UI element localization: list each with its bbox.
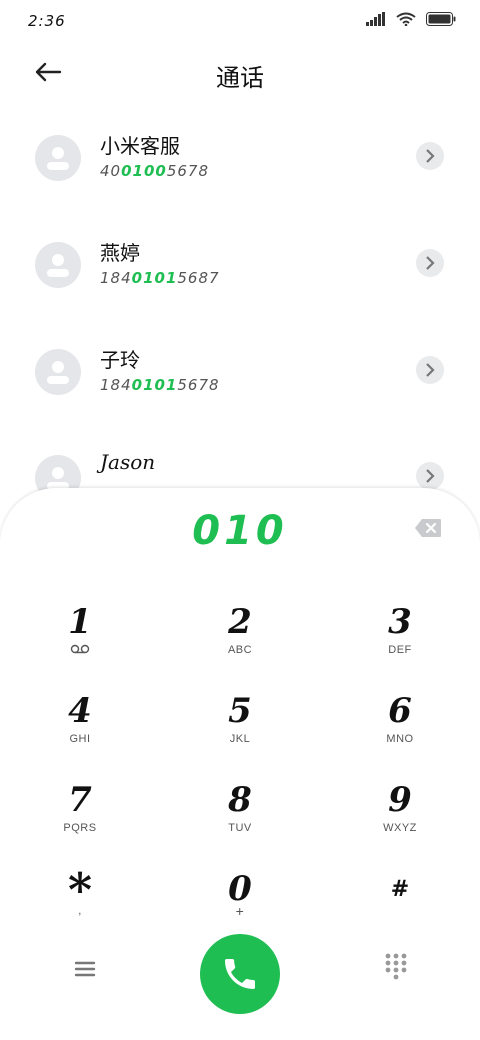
number-prefix: 184 [100,269,132,287]
contact-detail-button[interactable] [416,462,444,490]
key-digit: 1 [68,602,92,642]
key-digit: 9 [388,780,412,820]
number-suffix: 5678 [177,376,220,394]
contact-item[interactable]: 燕婷 18401015687 [0,227,480,319]
key-letters: ABC [227,644,253,656]
contact-number: 4001005678 [100,162,209,180]
key-letters: DEF [388,644,412,656]
key-digit: 7 [68,780,92,820]
person-icon [47,147,69,170]
battery-icon [426,12,456,26]
chevron-right-icon [426,363,435,377]
person-icon [47,361,69,384]
key-digit: 2 [228,602,252,642]
key-4[interactable]: 4 GHI [0,683,160,763]
key-6[interactable]: 6 MNO [320,683,480,763]
key-2[interactable]: 2 ABC [160,594,320,674]
contact-detail-button[interactable] [416,249,444,277]
key-1[interactable]: 1 [0,594,160,674]
contact-detail-button[interactable] [416,142,444,170]
contact-item[interactable]: 子玲 18401015678 [0,334,480,426]
chevron-right-icon [426,469,435,483]
key-digit: # [390,876,410,902]
key-letters: JKL [229,733,251,745]
contact-name: 子玲 [100,348,140,372]
contact-detail-button[interactable] [416,356,444,384]
contact-name: Jason [100,450,156,474]
key-7[interactable]: 7 PQRS [0,772,160,852]
key-digit: 5 [228,691,252,731]
voicemail-icon [0,644,160,657]
contact-number: 18401015687 [100,269,220,287]
key-digit: 4 [68,691,92,731]
key-letters: WXYZ [383,822,417,834]
person-icon [47,254,69,277]
contact-name: 燕婷 [100,241,140,265]
number-prefix: 40 [100,162,122,180]
header: 通话 [0,44,480,100]
key-digit: 8 [228,780,252,820]
key-letters: TUV [228,822,252,834]
key-letters: , [78,905,82,917]
backspace-icon [415,519,441,537]
key-8[interactable]: 8 TUV [160,772,320,852]
status-icons [366,12,456,26]
number-suffix: 5678 [166,162,210,180]
keypad-toggle-button[interactable] [382,952,410,980]
status-time: 2:36 [28,12,66,30]
chevron-right-icon [426,149,435,163]
key-letters: PQRS [63,822,97,834]
contact-name: 小米客服 [100,134,180,158]
key-3[interactable]: 3 DEF [320,594,480,674]
number-match: 0100 [121,162,167,180]
key-letters: + [235,903,245,919]
key-letters: GHI [69,733,91,745]
key-digit: 3 [388,602,412,642]
key-5[interactable]: 5 JKL [160,683,320,763]
status-bar: 2:36 [0,0,480,44]
avatar [35,242,81,288]
number-prefix: 184 [100,376,132,394]
dialed-number: 010 [192,508,288,554]
menu-button[interactable] [70,954,100,984]
key-digit: 6 [388,691,412,731]
key-letters: MNO [386,733,414,745]
page-title: 通话 [216,64,264,92]
signal-icon [366,12,385,26]
key-9[interactable]: 9 WXYZ [320,772,480,852]
dialpad-panel: 010 1 2 ABC 3 DEF 4 GHI 5 JKL 6 MNO 7 PQ… [0,488,480,1040]
wifi-icon [396,12,416,26]
chevron-right-icon [426,256,435,270]
avatar [35,349,81,395]
number-match: 0101 [131,376,178,394]
phone-icon [225,959,255,989]
number-match: 0101 [131,269,178,287]
avatar [35,135,81,181]
backspace-button[interactable] [414,518,442,538]
contact-number: 18401015678 [100,376,220,394]
menu-icon [74,961,96,977]
number-suffix: 5687 [177,269,220,287]
dialpad-icon [385,953,407,980]
call-button[interactable] [200,934,280,1014]
contact-item[interactable]: 小米客服 4001005678 [0,120,480,212]
bottom-bar [0,926,480,1026]
